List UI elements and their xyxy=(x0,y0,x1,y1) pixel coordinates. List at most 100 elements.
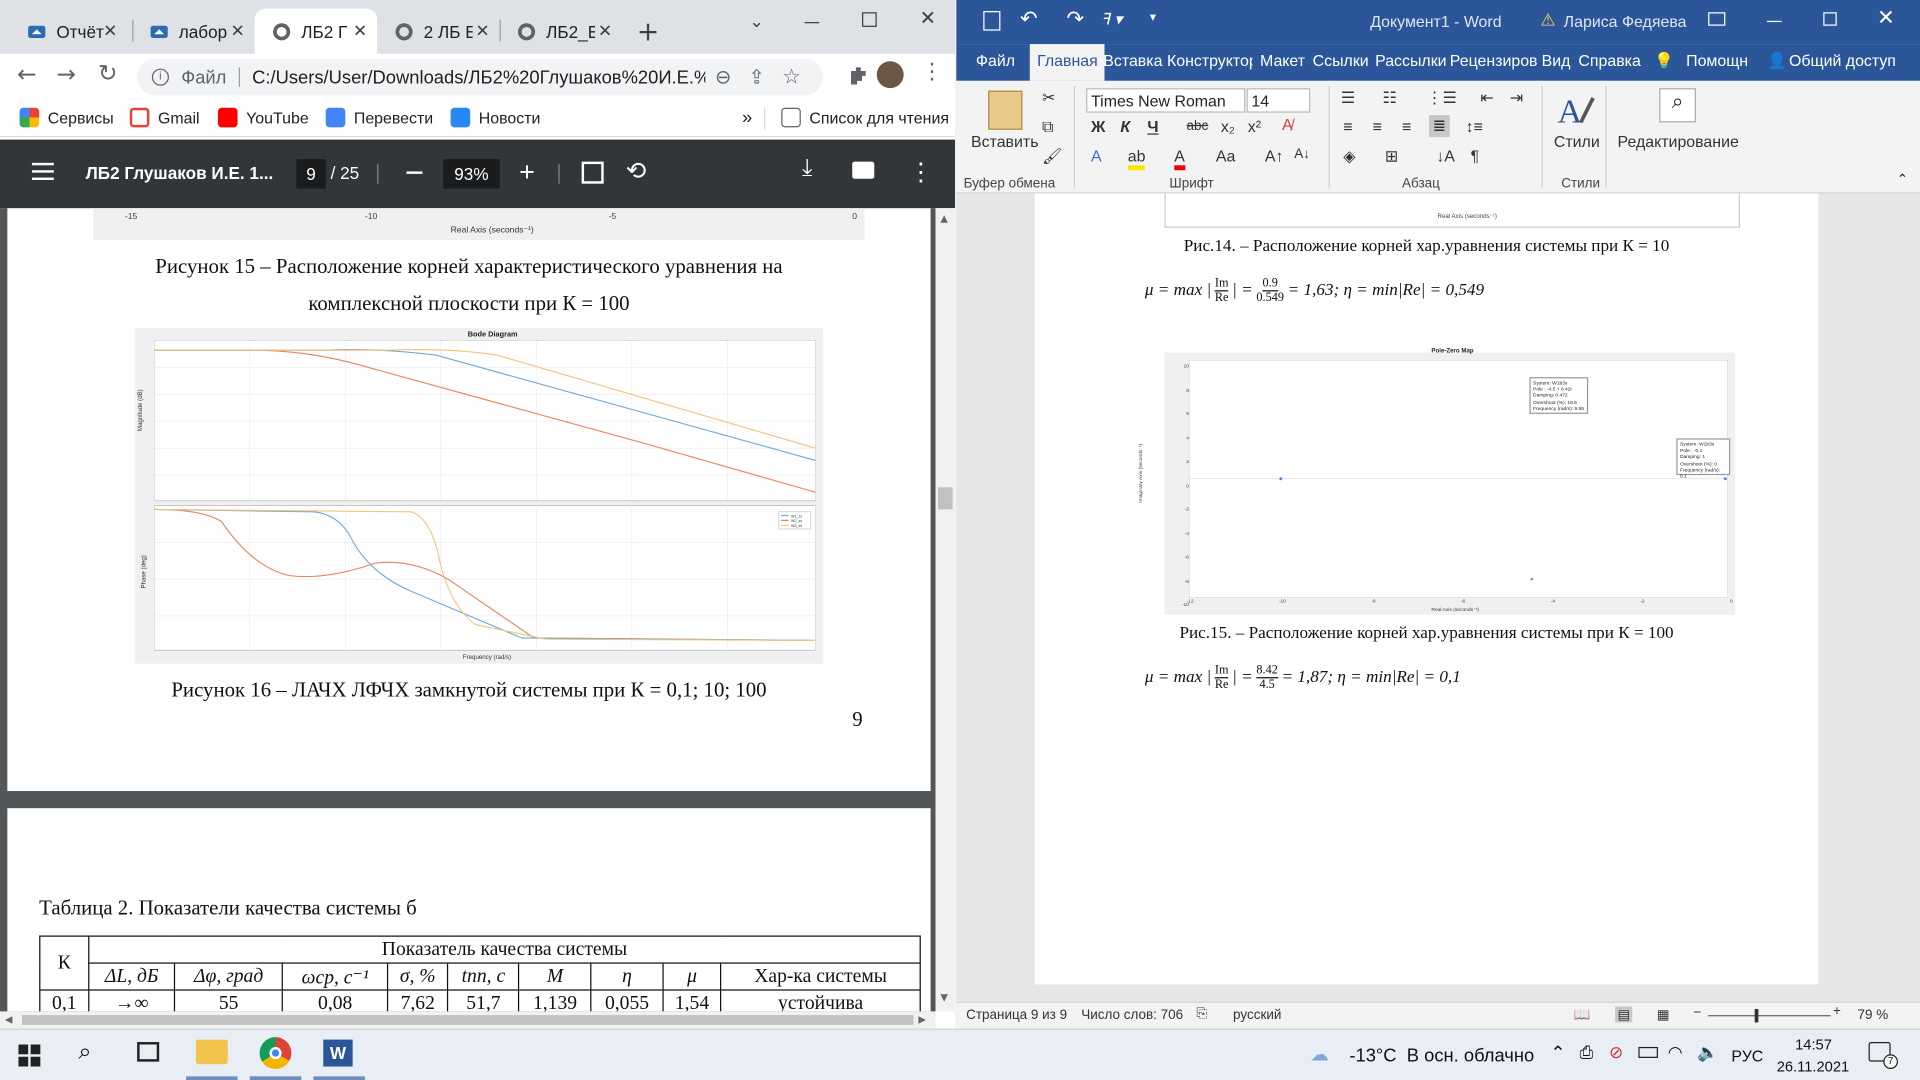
zoom-icon[interactable]: ⊖ xyxy=(715,65,731,89)
print-icon[interactable] xyxy=(852,161,875,179)
chrome-icon[interactable] xyxy=(259,1037,292,1069)
tab-lb2-active[interactable]: ЛБ2 Г ✕ xyxy=(254,8,378,54)
decrease-indent-icon[interactable]: ⇤ xyxy=(1480,88,1493,108)
meet-icon[interactable]: ⎙ xyxy=(1580,1042,1594,1063)
font-color-icon[interactable]: A xyxy=(1174,147,1185,171)
scroll-thumb[interactable] xyxy=(937,487,953,510)
cut-icon[interactable]: ✂ xyxy=(1042,88,1055,108)
bold-icon[interactable]: Ж xyxy=(1091,118,1105,136)
italic-icon[interactable]: К xyxy=(1120,118,1130,136)
format-painter-icon[interactable]: 🖌 xyxy=(1042,147,1062,167)
battery-icon[interactable] xyxy=(1638,1046,1658,1058)
editing-button[interactable]: Редактирование xyxy=(1618,132,1739,150)
tab-layout[interactable]: Макет xyxy=(1260,51,1305,69)
fit-page-icon[interactable] xyxy=(581,161,604,184)
reading-list[interactable]: Список для чтения xyxy=(781,107,949,128)
scroll-left-icon[interactable]: ◀ xyxy=(5,1014,13,1025)
input-language[interactable]: РУС xyxy=(1731,1047,1763,1065)
info-icon[interactable]: i xyxy=(151,68,169,86)
bullets-icon[interactable]: ☰ xyxy=(1341,88,1355,108)
show-marks-icon[interactable]: ¶ xyxy=(1471,147,1480,165)
tab-lb2e[interactable]: ЛБ2_Е ✕ xyxy=(500,9,622,54)
status-page[interactable]: Страница 9 из 9 xyxy=(966,1008,1067,1023)
extensions-icon[interactable] xyxy=(847,64,869,86)
borders-icon[interactable]: ⊞ xyxy=(1385,147,1398,167)
word-icon[interactable]: W xyxy=(323,1039,353,1067)
maximize-icon[interactable] xyxy=(862,12,877,27)
more-options-icon[interactable]: ⋮ xyxy=(909,157,933,188)
bookmark-youtube[interactable]: YouTube xyxy=(217,107,309,128)
paste-icon[interactable] xyxy=(988,90,1023,130)
bookmark-translate[interactable]: Перевести xyxy=(325,107,433,128)
copy-icon[interactable]: ⧉ xyxy=(1042,118,1053,138)
text-effects-icon[interactable]: A xyxy=(1091,147,1102,165)
windows-start-icon[interactable] xyxy=(18,1044,41,1067)
tab-file[interactable]: Файл xyxy=(976,51,1015,69)
horizontal-scrollbar[interactable]: ◀ ▶ xyxy=(0,1011,936,1029)
change-case-icon[interactable]: Aa xyxy=(1216,147,1235,165)
ribbon-display-icon[interactable] xyxy=(1708,12,1726,26)
back-icon[interactable]: ← xyxy=(17,61,36,88)
collapse-ribbon-icon[interactable]: ⌃ xyxy=(1897,171,1908,188)
redo-icon[interactable]: ↷ xyxy=(1067,7,1084,31)
tab-references[interactable]: Ссылки xyxy=(1313,51,1369,69)
tab-labor[interactable]: лабор ✕ xyxy=(132,9,254,54)
tab-help[interactable]: Справка xyxy=(1578,51,1640,69)
close-icon[interactable]: ✕ xyxy=(598,21,612,42)
web-layout-icon[interactable]: ▦ xyxy=(1657,1007,1670,1023)
tab-search-icon[interactable]: ⌄ xyxy=(749,12,763,32)
page-number-input[interactable]: 9 xyxy=(296,159,326,189)
paste-button[interactable]: Вставить xyxy=(971,132,1038,150)
superscript-icon[interactable]: x² xyxy=(1248,118,1261,136)
zoom-input[interactable]: 93% xyxy=(443,159,500,189)
undo-icon[interactable]: ↶ xyxy=(1020,7,1037,31)
numbering-icon[interactable]: ☷ xyxy=(1382,88,1396,108)
hamburger-icon[interactable] xyxy=(31,162,54,182)
scroll-right-icon[interactable]: ▶ xyxy=(918,1014,926,1025)
pdf-viewport[interactable]: -15 -10 -5 0 Real Axis (seconds⁻¹) Рисун… xyxy=(0,208,936,1012)
hscroll-thumb[interactable] xyxy=(22,1015,914,1025)
close-icon[interactable]: ✕ xyxy=(475,21,489,42)
close-window-icon[interactable]: ✕ xyxy=(1877,6,1894,30)
file-explorer-icon[interactable] xyxy=(195,1039,228,1065)
weather-text[interactable]: -13°C В осн. облачно xyxy=(1349,1046,1534,1067)
bookmark-gmail[interactable]: Gmail xyxy=(129,107,200,128)
close-icon[interactable]: ✕ xyxy=(231,21,245,42)
underline-icon[interactable]: Ч xyxy=(1147,118,1158,136)
tab-review[interactable]: Рецензиров xyxy=(1450,51,1538,69)
clock-date[interactable]: 26.11.2021 xyxy=(1777,1058,1849,1075)
proofing-icon[interactable]: ⎘ xyxy=(1196,1007,1207,1023)
tab-view[interactable]: Вид xyxy=(1542,51,1571,69)
font-size-box[interactable]: 14 xyxy=(1246,88,1311,113)
tab-2lb[interactable]: 2 ЛБ Е ✕ xyxy=(377,9,499,54)
download-icon[interactable]: ⤓ xyxy=(802,156,812,183)
vertical-scrollbar[interactable]: ▲ ▼ xyxy=(935,208,956,1012)
more-bookmarks[interactable]: » xyxy=(742,108,752,129)
line-spacing-icon[interactable]: ↕≡ xyxy=(1466,118,1483,136)
close-icon[interactable]: ✕ xyxy=(353,21,367,42)
menu-kebab-icon[interactable]: ⋮ xyxy=(921,59,943,85)
align-right-icon[interactable]: ≡ xyxy=(1402,118,1411,136)
new-tab-icon[interactable]: + xyxy=(637,17,660,48)
sort-icon[interactable]: ↓A xyxy=(1436,147,1455,165)
shading-icon[interactable]: ◈ xyxy=(1343,147,1355,167)
styles-gallery-icon[interactable]: A xyxy=(1554,88,1596,130)
task-view-icon[interactable] xyxy=(137,1042,160,1062)
tray-chevron-icon[interactable]: ⌃ xyxy=(1550,1042,1565,1064)
multilevel-icon[interactable]: ⋮☰ xyxy=(1427,88,1457,108)
zoom-slider-thumb[interactable] xyxy=(1754,1008,1759,1023)
grow-font-icon[interactable]: A↑ xyxy=(1265,147,1284,165)
status-language[interactable]: русский xyxy=(1233,1008,1281,1023)
print-layout-icon[interactable]: ▤ xyxy=(1615,1006,1633,1023)
clock-time[interactable]: 14:57 xyxy=(1795,1036,1832,1053)
share-icon[interactable]: 👤 xyxy=(1767,51,1787,71)
zoom-slider[interactable] xyxy=(1708,1015,1831,1017)
subscript-icon[interactable]: x₂ xyxy=(1221,118,1235,136)
shrink-font-icon[interactable]: A↓ xyxy=(1294,147,1310,162)
forward-icon[interactable]: → xyxy=(56,61,75,88)
save-icon[interactable] xyxy=(983,11,1001,31)
maximize-icon[interactable] xyxy=(1823,12,1837,26)
search-icon[interactable]: ⌕ xyxy=(78,1040,91,1067)
network-alert-icon[interactable]: ⊘ xyxy=(1609,1042,1623,1063)
document-page[interactable]: Real Axis (seconds⁻¹) Рис.14. – Располож… xyxy=(1034,193,1819,985)
